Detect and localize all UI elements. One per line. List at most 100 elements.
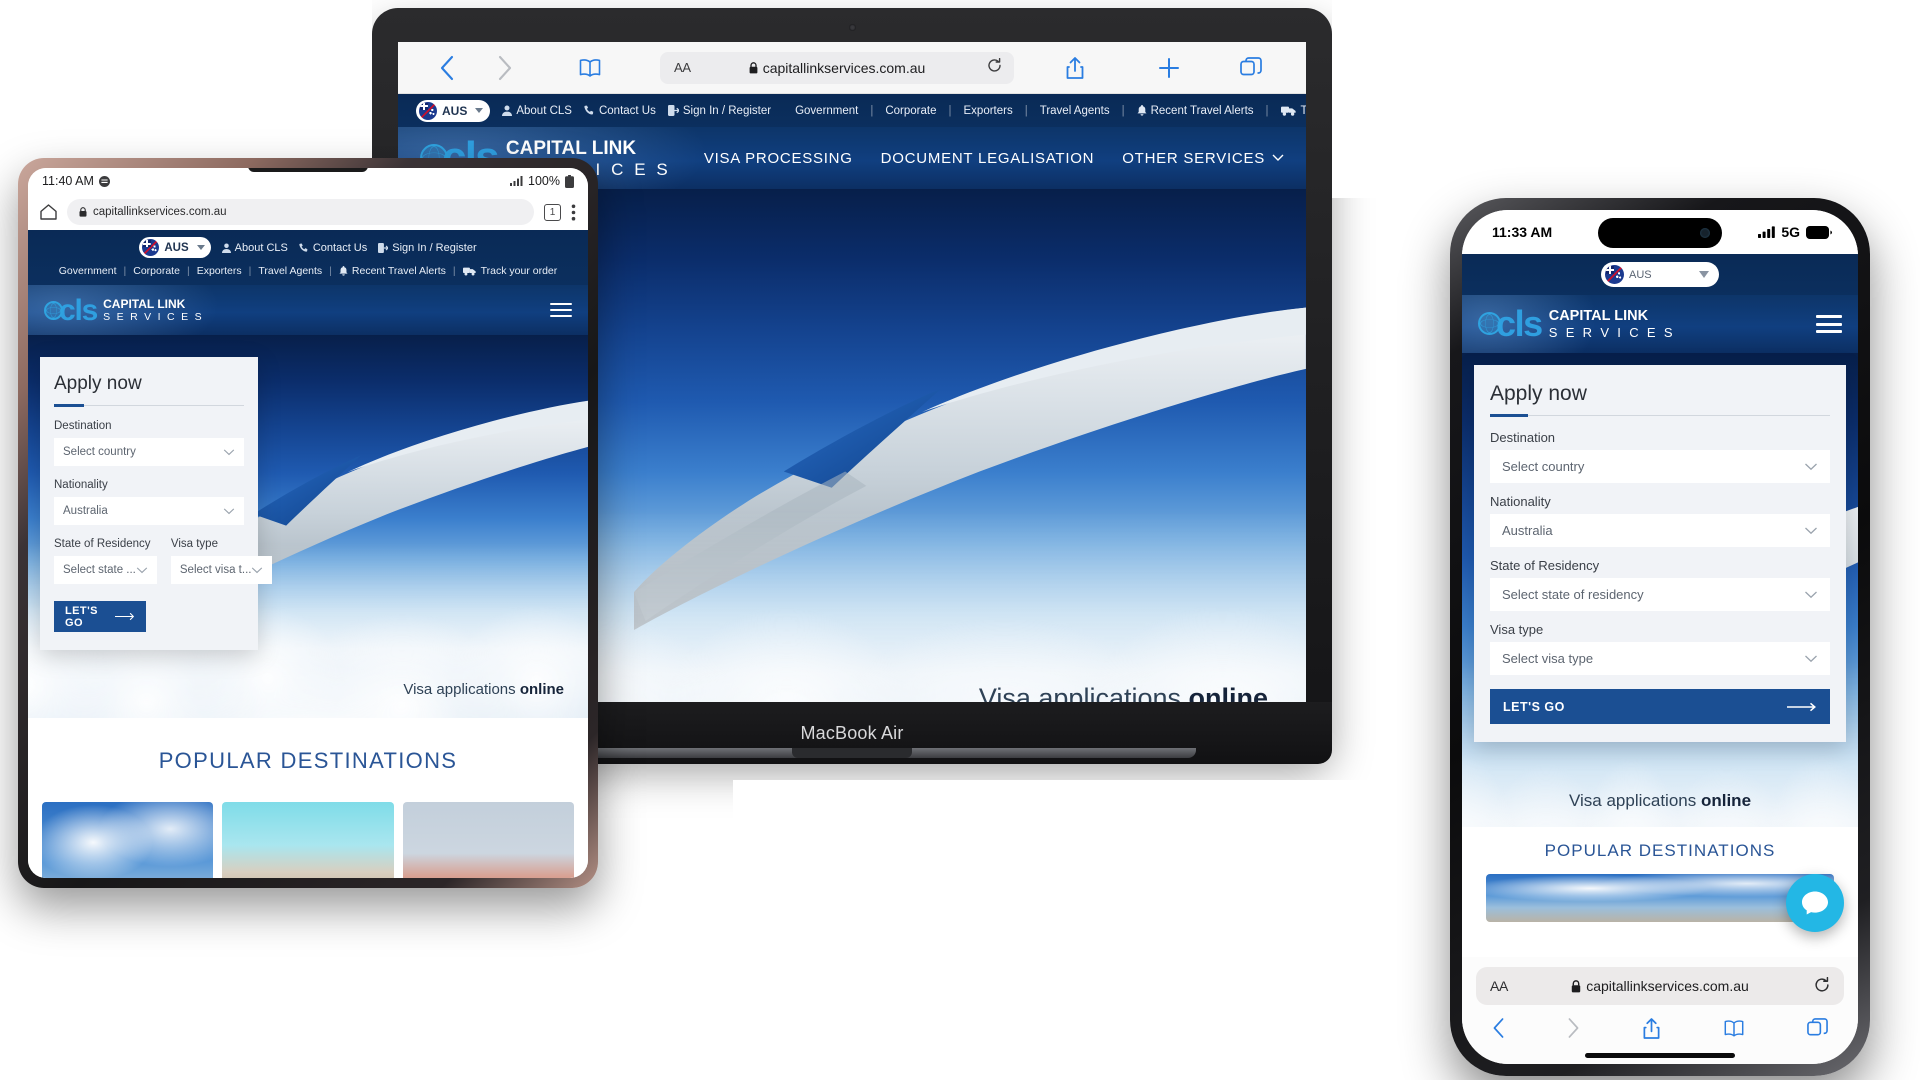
text-size-label[interactable]: AA xyxy=(674,60,691,75)
nav-corporate[interactable]: Corporate xyxy=(885,105,936,117)
nav-corporate[interactable]: Corporate xyxy=(133,265,180,277)
nav-other-services-label: OTHER SERVICES xyxy=(1122,149,1265,167)
nav-document-legalisation[interactable]: DOCUMENT LEGALISATION xyxy=(881,150,1095,167)
destination-select[interactable]: Select country xyxy=(54,438,244,466)
logo-line-1: CAPITAL LINK xyxy=(103,296,186,311)
nav-recent-travel-alerts[interactable]: Recent Travel Alerts xyxy=(339,265,446,277)
new-tab-icon[interactable] xyxy=(1122,57,1216,79)
cls-logo[interactable]: cls CAPITAL LINK S E R V I C E S xyxy=(1478,305,1675,342)
nav-sign-in-register[interactable]: Sign In / Register xyxy=(667,105,771,117)
more-vertical-icon[interactable] xyxy=(571,204,576,221)
nav-track-your-order[interactable]: Track your order xyxy=(1280,105,1306,117)
bookmarks-icon[interactable] xyxy=(1723,1019,1745,1038)
nationality-select[interactable]: Australia xyxy=(1490,514,1830,547)
nav-recent-travel-alerts[interactable]: Recent Travel Alerts xyxy=(1137,105,1254,117)
forward-icon[interactable] xyxy=(476,55,534,81)
dynamic-island xyxy=(1598,218,1722,248)
notification-icon xyxy=(98,175,110,187)
state-select[interactable]: Select state of residency xyxy=(1490,578,1830,611)
nav-government[interactable]: Government xyxy=(795,105,858,117)
region-selector[interactable]: AUS xyxy=(1601,262,1719,287)
nav-government[interactable]: Government xyxy=(59,265,117,277)
iphone-body: 11:33 AM 5G AUS cls CAPITAL LINK S E R V… xyxy=(1450,198,1870,1076)
nav-travel-agents[interactable]: Travel Agents xyxy=(1040,105,1110,117)
region-selector[interactable]: AUS xyxy=(139,237,211,258)
status-network: 5G xyxy=(1781,224,1800,240)
tabs-icon[interactable] xyxy=(1807,1017,1828,1039)
macbook-model-label: MacBook Air xyxy=(800,722,904,743)
apply-now-card: Apply now Destination Select country Nat… xyxy=(40,357,273,650)
nav-visa-processing[interactable]: VISA PROCESSING xyxy=(704,150,853,167)
phone-icon xyxy=(299,243,308,252)
bell-icon xyxy=(1137,105,1147,116)
nav-exporters[interactable]: Exporters xyxy=(197,265,242,277)
background-mask xyxy=(733,780,1463,1080)
state-select[interactable]: Select state ... xyxy=(54,556,157,584)
tab-count-button[interactable]: 1 xyxy=(544,203,561,221)
bookmarks-icon[interactable] xyxy=(534,58,646,78)
hero-tagline: Visa applications online xyxy=(1462,791,1858,811)
status-time: 11:40 AM xyxy=(42,174,94,188)
nationality-select[interactable]: Australia xyxy=(54,497,244,525)
forward-icon[interactable] xyxy=(1567,1017,1580,1039)
menu-icon[interactable] xyxy=(1816,315,1842,333)
nav-about-cls[interactable]: About CLS xyxy=(221,242,288,254)
destination-card[interactable] xyxy=(222,802,394,878)
apply-now-card: Apply now Destination Select country Nat… xyxy=(1474,365,1846,742)
lets-go-label: LET'S GO xyxy=(65,604,98,629)
nav-about-cls[interactable]: About CLS xyxy=(502,105,572,117)
arrow-right-icon xyxy=(114,612,134,621)
globe-icon xyxy=(44,300,63,320)
chevron-down-icon xyxy=(1805,463,1817,470)
back-icon[interactable] xyxy=(418,55,476,81)
destination-select[interactable]: Select country xyxy=(1490,450,1830,483)
lets-go-button[interactable]: LET'S GO xyxy=(1490,689,1830,724)
battery-icon xyxy=(565,174,574,188)
macbook-address-bar[interactable]: AA capitallinkservices.com.au xyxy=(660,51,1014,84)
region-code: AUS xyxy=(164,241,189,254)
state-value: Select state of residency xyxy=(1502,587,1644,602)
visa-type-value: Select visa t... xyxy=(179,564,252,576)
iphone-address-bar[interactable]: AA capitallinkservices.com.au xyxy=(1476,967,1844,1005)
nav-contact-us[interactable]: Contact Us xyxy=(584,105,656,117)
home-icon[interactable] xyxy=(40,204,57,220)
chevron-down-icon xyxy=(1272,154,1284,161)
chat-widget-button[interactable] xyxy=(1786,874,1844,932)
destination-card[interactable] xyxy=(42,802,214,878)
logo-line-2: S E R V I C E S xyxy=(103,310,204,323)
chevron-down-icon xyxy=(136,566,148,573)
divider: | xyxy=(948,104,952,117)
lock-icon xyxy=(79,207,87,217)
user-icon xyxy=(502,105,513,116)
visa-type-select[interactable]: Select visa type xyxy=(1490,642,1830,675)
reload-icon[interactable] xyxy=(987,57,1002,78)
back-icon[interactable] xyxy=(1492,1017,1505,1039)
region-selector[interactable]: AUS xyxy=(416,99,491,122)
nationality-value: Australia xyxy=(1502,523,1553,538)
nav-other-services[interactable]: OTHER SERVICES xyxy=(1122,150,1284,167)
destination-card[interactable] xyxy=(1486,874,1834,922)
chat-bubble-icon xyxy=(1802,891,1828,915)
menu-icon[interactable] xyxy=(550,302,572,318)
truck-icon xyxy=(1280,106,1296,116)
logo-line-1: CAPITAL LINK xyxy=(1548,308,1649,325)
nav-track-your-order[interactable]: Track your order xyxy=(462,265,557,277)
popular-destinations-title: POPULAR DESTINATIONS xyxy=(158,748,458,773)
home-indicator xyxy=(1585,1053,1735,1058)
tagline-plain: Visa applications xyxy=(1568,791,1701,810)
tabs-icon[interactable] xyxy=(1216,56,1286,79)
lets-go-button[interactable]: LET'S GO xyxy=(54,601,146,632)
cls-logo[interactable]: cls CAPITAL LINK S E R V I C E S xyxy=(44,295,204,325)
nav-sign-in-register[interactable]: Sign In / Register xyxy=(378,242,477,254)
foldable-address-bar[interactable]: capitallinkservices.com.au xyxy=(67,199,534,225)
nav-travel-agents[interactable]: Travel Agents xyxy=(258,265,322,277)
visa-type-select[interactable]: Select visa t... xyxy=(170,556,273,584)
chevron-down-icon xyxy=(1805,527,1817,534)
nav-exporters[interactable]: Exporters xyxy=(964,105,1013,117)
destination-card[interactable] xyxy=(402,802,574,878)
chevron-down-icon xyxy=(1699,271,1709,278)
nav-contact-us[interactable]: Contact Us xyxy=(299,242,367,254)
share-icon[interactable] xyxy=(1642,1017,1661,1040)
chevron-down-icon xyxy=(223,448,235,455)
share-icon[interactable] xyxy=(1028,56,1122,80)
